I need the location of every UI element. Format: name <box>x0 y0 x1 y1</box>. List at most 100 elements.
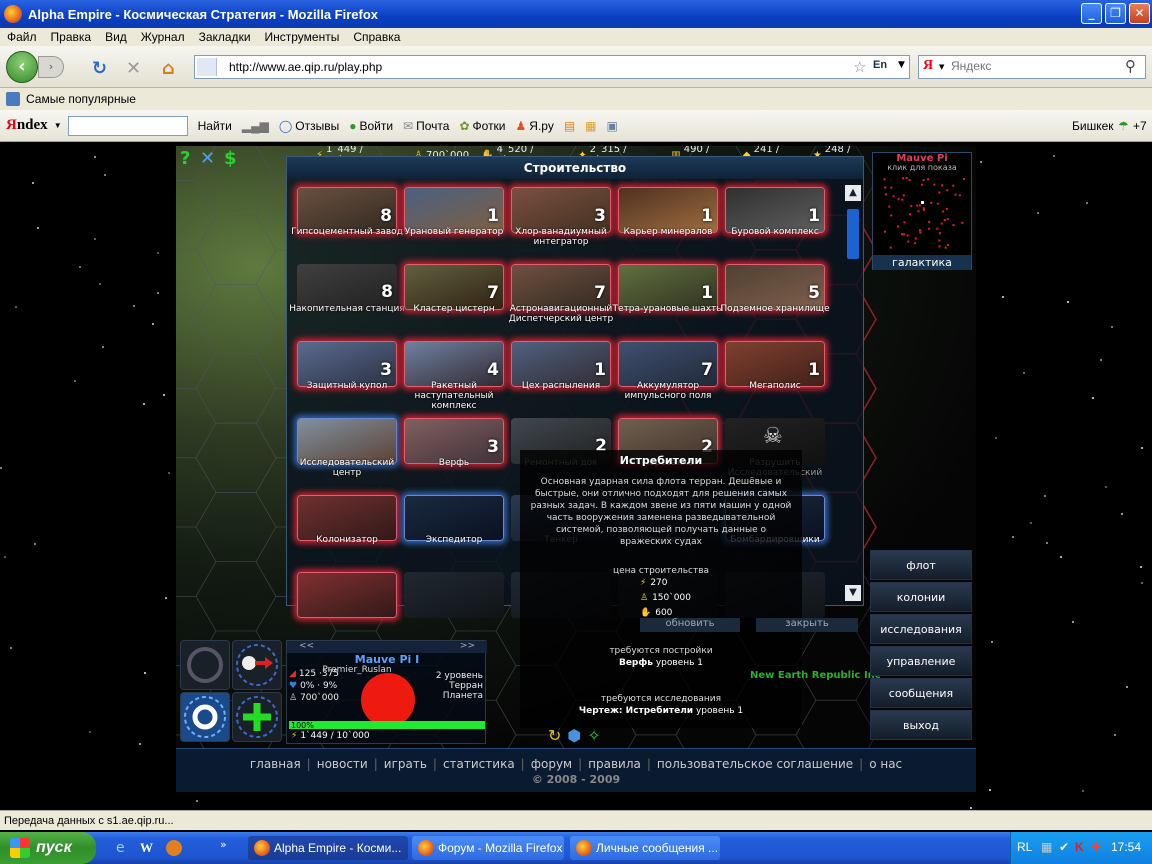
mail-button[interactable]: ✉ Почта <box>403 119 449 133</box>
network-icon[interactable]: ▦ <box>1041 840 1052 854</box>
stop-icon[interactable]: ✕ <box>126 58 141 79</box>
yandex-search-logo[interactable]: Я <box>923 58 933 74</box>
planet-image[interactable] <box>361 673 415 727</box>
close-button[interactable]: ✕ <box>1129 3 1150 24</box>
menu-5[interactable]: выход <box>870 710 972 740</box>
gallery-icon[interactable]: ▣ <box>607 119 618 133</box>
prev-planet-button[interactable]: << <box>299 641 314 651</box>
footer-link[interactable]: играть <box>384 757 427 771</box>
building-tile[interactable] <box>297 572 397 618</box>
weather-value[interactable]: +7 <box>1133 119 1147 133</box>
menu-item-3[interactable]: Журнал <box>134 30 192 44</box>
yaru-button[interactable]: ♟ Я.ру <box>516 119 554 133</box>
menu-item-6[interactable]: Справка <box>346 30 407 44</box>
news-icon[interactable]: ▤ <box>564 119 575 133</box>
security-icon[interactable]: ✔ <box>1059 840 1069 854</box>
maximize-button[interactable]: ❐ <box>1105 3 1126 24</box>
building-tile[interactable] <box>404 572 504 618</box>
add-button[interactable] <box>232 692 282 742</box>
hex-cell[interactable] <box>176 180 217 251</box>
taskbar-task[interactable]: Форум - Mozilla Firefox <box>412 836 564 860</box>
footer-link[interactable]: о нас <box>869 757 902 771</box>
scroll-thumb[interactable] <box>847 209 859 259</box>
minimize-button[interactable]: _ <box>1081 3 1102 24</box>
hex-cell[interactable] <box>176 388 217 459</box>
word-icon[interactable]: W <box>140 840 153 856</box>
search-icon[interactable]: ⚲ <box>1125 57 1136 75</box>
search-input[interactable] <box>951 59 1121 73</box>
back-button[interactable]: ‹ <box>6 51 38 83</box>
target-icon[interactable]: ✧ <box>587 726 600 745</box>
forward-button[interactable]: › <box>38 56 64 78</box>
language-indicator[interactable]: En <box>873 59 887 71</box>
menu-0[interactable]: флот <box>870 550 972 580</box>
hex-cell[interactable] <box>176 249 217 320</box>
ie-icon[interactable]: e <box>116 840 125 856</box>
scroll-down-button[interactable]: ▼ <box>845 585 861 601</box>
yandex-menu-dropdown-icon[interactable]: ▼ <box>54 121 62 130</box>
help-icon[interactable]: ? <box>180 148 190 169</box>
url-bar[interactable]: http://www.ae.qip.ru/play.php ☆ En ▼ <box>194 55 910 79</box>
menu-2[interactable]: исследования <box>870 614 972 644</box>
minimap[interactable]: Mauve Pi клик для показа галактика <box>872 152 972 270</box>
antivirus-icon[interactable]: ✚ <box>1091 840 1101 854</box>
firefox-quicklaunch-icon[interactable] <box>166 840 182 856</box>
hex-cell[interactable] <box>795 699 877 748</box>
start-button[interactable]: пуск <box>0 832 96 864</box>
next-planet-button[interactable]: >> <box>460 641 475 651</box>
bookmark-most-popular[interactable]: Самые популярные <box>26 92 136 106</box>
money-icon[interactable]: $ <box>224 148 237 169</box>
hex-cell[interactable] <box>195 284 277 355</box>
close-dialog-button[interactable]: закрыть <box>756 618 858 632</box>
menu-item-0[interactable]: Файл <box>0 30 44 44</box>
footer-link[interactable]: статистика <box>443 757 515 771</box>
reload-icon[interactable]: ↻ <box>92 58 107 79</box>
empire-emblem-button[interactable] <box>180 640 230 690</box>
footer-link[interactable]: правила <box>588 757 641 771</box>
footer-link[interactable]: форум <box>531 757 572 771</box>
hex-cell[interactable] <box>195 215 277 285</box>
hex-cell[interactable] <box>176 457 217 528</box>
kaspersky-icon[interactable]: K <box>1075 840 1084 854</box>
home-icon[interactable]: ⌂ <box>162 58 175 79</box>
hex-cell[interactable] <box>195 422 277 493</box>
taskbar-task[interactable]: Личные сообщения ... <box>570 836 720 860</box>
reviews-button[interactable]: ◯ Отзывы <box>279 119 339 133</box>
menu-item-2[interactable]: Вид <box>98 30 134 44</box>
menu-1[interactable]: колонии <box>870 582 972 612</box>
hex-cell[interactable] <box>736 734 816 748</box>
photos-button[interactable]: ✿ Фотки <box>459 119 505 133</box>
construction-scrollbar[interactable]: ▲ ▼ <box>845 185 861 605</box>
login-button[interactable]: ● Войти <box>349 119 393 133</box>
footer-link[interactable]: новости <box>317 757 368 771</box>
hex-cell[interactable] <box>195 492 277 563</box>
menu-3[interactable]: управление <box>870 646 972 676</box>
site-identity-icon[interactable] <box>197 58 217 76</box>
quicklaunch-expand-icon[interactable]: » <box>220 838 227 851</box>
galaxy-button[interactable]: галактика <box>873 255 971 270</box>
hex-cell[interactable] <box>176 318 217 389</box>
taskbar-task[interactable]: Alpha Empire - Косми... <box>248 836 408 860</box>
transfer-icon[interactable]: ↻ <box>548 726 561 745</box>
yandex-find-button[interactable]: Найти <box>198 119 232 133</box>
menu-item-1[interactable]: Правка <box>44 30 99 44</box>
hex-cell[interactable] <box>176 526 217 597</box>
attack-button[interactable] <box>232 640 282 690</box>
url-dropdown-icon[interactable]: ▼ <box>898 60 905 70</box>
footer-link[interactable]: пользовательское соглашение <box>657 757 853 771</box>
search-bar[interactable]: Я ▼ ⚲ <box>918 55 1146 79</box>
yandex-logo[interactable]: Яndex <box>6 117 48 134</box>
folder-icon[interactable]: ▦ <box>585 119 596 133</box>
menu-item-4[interactable]: Закладки <box>192 30 258 44</box>
hex-icon[interactable]: ⬢ <box>567 726 581 745</box>
bookmark-star-icon[interactable]: ☆ <box>853 58 866 76</box>
hex-cell[interactable] <box>195 561 277 632</box>
yandex-search-input[interactable] <box>67 115 188 136</box>
menu-4[interactable]: сообщения <box>870 678 972 708</box>
language-indicator[interactable]: RL <box>1017 840 1032 854</box>
hex-cell[interactable] <box>616 734 696 748</box>
scroll-up-button[interactable]: ▲ <box>845 185 861 201</box>
search-engine-dropdown-icon[interactable]: ▼ <box>939 63 944 71</box>
tools-icon[interactable]: ✕ <box>200 148 215 169</box>
settings-button[interactable] <box>180 692 230 742</box>
